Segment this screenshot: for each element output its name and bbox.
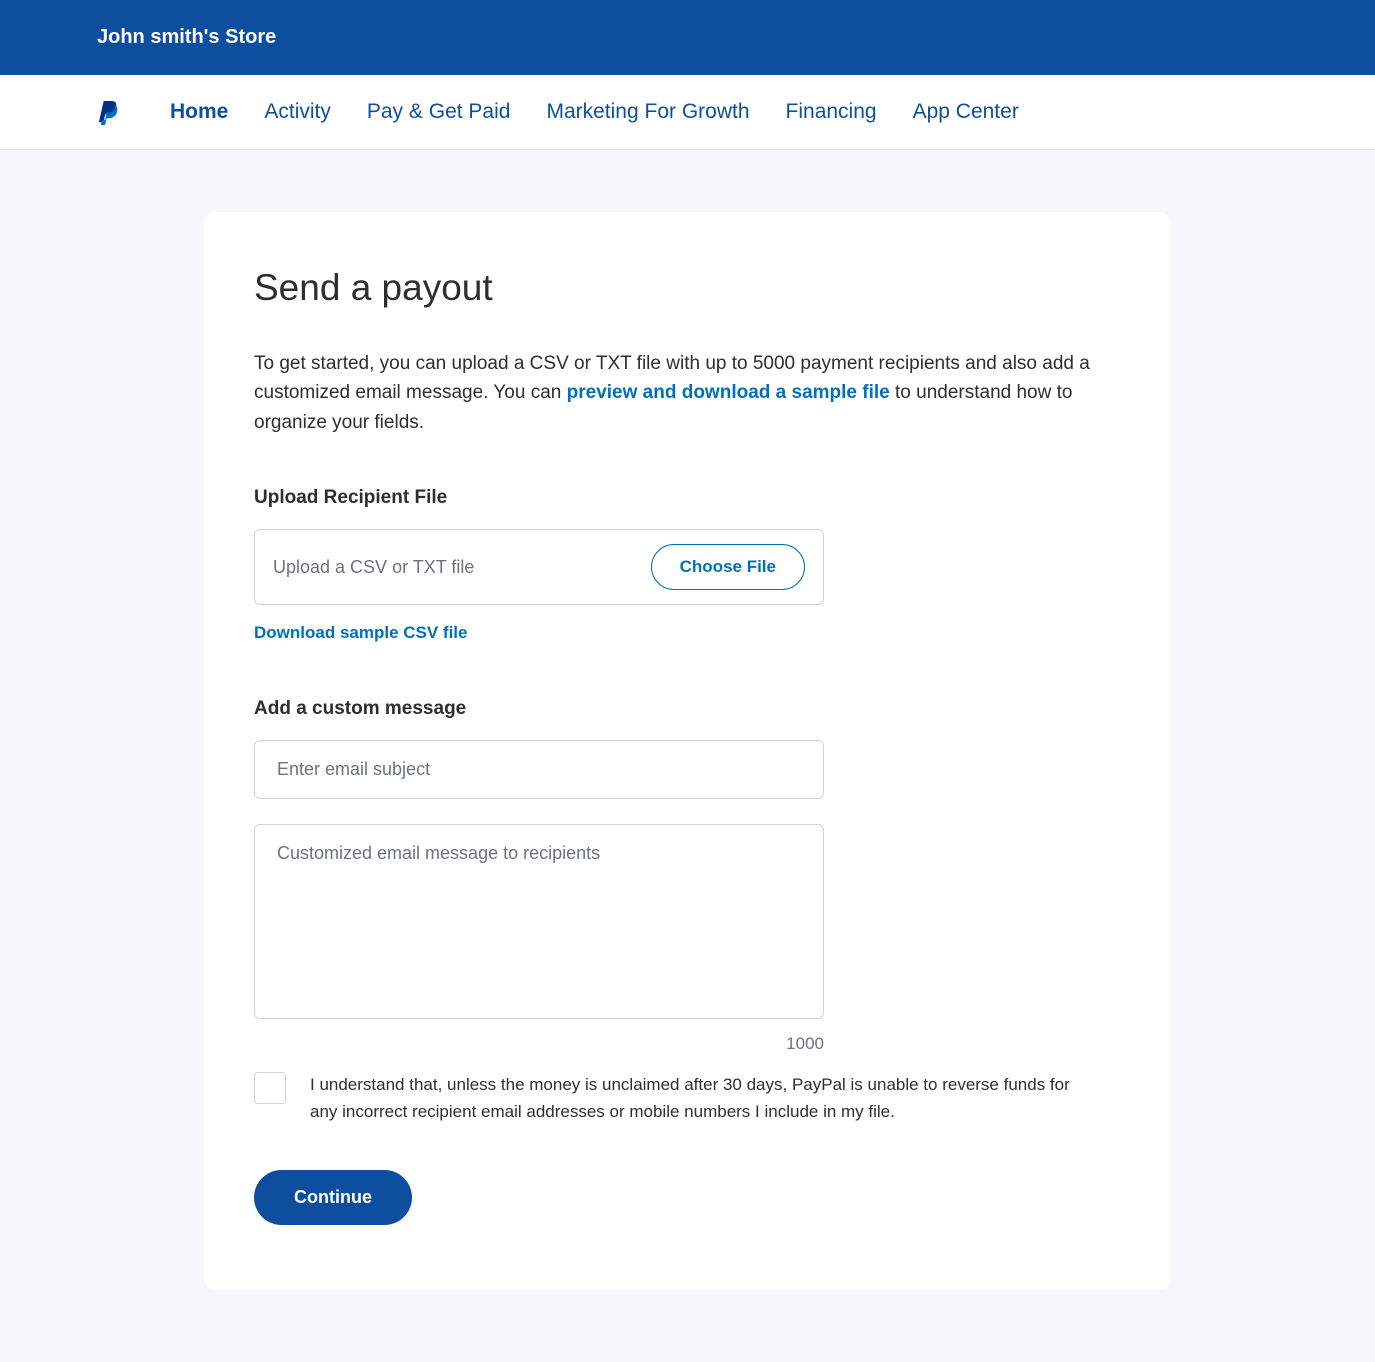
email-subject-input[interactable] <box>254 740 824 799</box>
nav-activity[interactable]: Activity <box>264 100 331 124</box>
upload-file-box: Upload a CSV or TXT file Choose File <box>254 529 824 605</box>
upload-placeholder: Upload a CSV or TXT file <box>273 557 474 578</box>
preview-sample-link[interactable]: preview and download a sample file <box>567 382 890 403</box>
download-sample-link[interactable]: Download sample CSV file <box>254 623 468 643</box>
email-body-textarea[interactable] <box>254 824 824 1019</box>
char-counter: 1000 <box>254 1034 824 1054</box>
message-heading: Add a custom message <box>254 698 1121 720</box>
nav-financing[interactable]: Financing <box>786 100 877 124</box>
consent-checkbox[interactable] <box>254 1072 286 1104</box>
nav-home[interactable]: Home <box>170 100 228 124</box>
page-description: To get started, you can upload a CSV or … <box>254 349 1121 437</box>
upload-heading: Upload Recipient File <box>254 487 1121 509</box>
nav-app-center[interactable]: App Center <box>913 100 1019 124</box>
consent-row: I understand that, unless the money is u… <box>254 1072 1121 1125</box>
store-name: John smith's Store <box>97 26 276 49</box>
page-title: Send a payout <box>254 267 1121 309</box>
nav-marketing[interactable]: Marketing For Growth <box>546 100 749 124</box>
main-nav: Home Activity Pay & Get Paid Marketing F… <box>0 75 1375 150</box>
store-banner: John smith's Store <box>0 0 1375 75</box>
paypal-logo-icon[interactable] <box>97 99 120 126</box>
choose-file-button[interactable]: Choose File <box>651 544 805 590</box>
continue-button[interactable]: Continue <box>254 1170 412 1225</box>
payout-form-card: Send a payout To get started, you can up… <box>204 212 1171 1290</box>
nav-pay-get-paid[interactable]: Pay & Get Paid <box>367 100 511 124</box>
consent-text: I understand that, unless the money is u… <box>310 1072 1070 1125</box>
